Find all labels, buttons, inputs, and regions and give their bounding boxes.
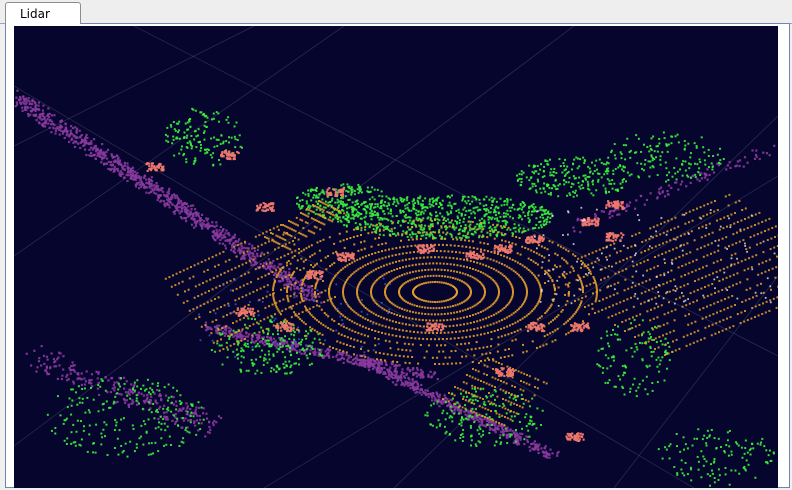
ground-grid — [14, 26, 778, 488]
tab-lidar[interactable]: Lidar — [5, 2, 81, 24]
tab-bar: Lidar — [0, 0, 792, 24]
lidar-point-cloud-view[interactable] — [14, 26, 778, 488]
tab-lidar-label: Lidar — [20, 7, 50, 21]
vegetation-points — [46, 107, 775, 487]
point-cloud-canvas[interactable] — [14, 26, 778, 488]
misc-points — [198, 206, 776, 358]
